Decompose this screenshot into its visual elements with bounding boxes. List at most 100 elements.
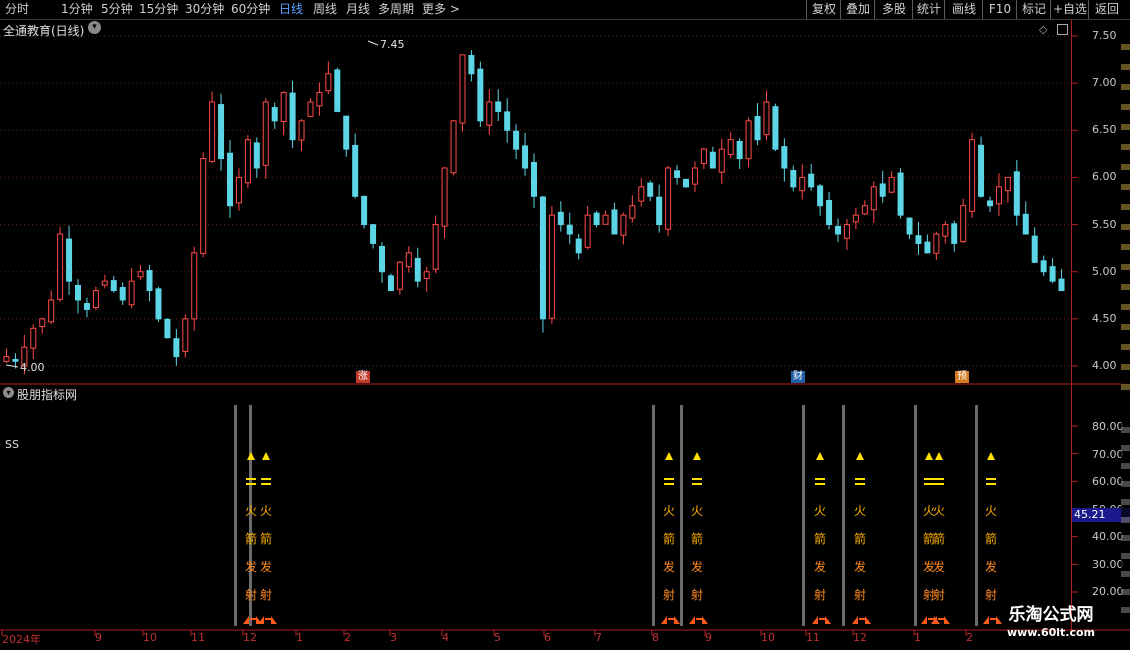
candle-body <box>611 209 618 235</box>
candle-body <box>218 104 225 160</box>
signal-char: 发 <box>663 559 675 574</box>
candle-body <box>468 55 475 75</box>
candle-body <box>691 167 698 185</box>
signal-triangle <box>247 452 255 460</box>
candle-body <box>584 214 591 248</box>
signal-char: 发 <box>691 559 703 574</box>
candle-body <box>924 241 931 254</box>
event-marker-zhang[interactable]: 涨 <box>356 371 370 383</box>
signal-char: 射 <box>260 587 272 602</box>
signal-char: 发 <box>854 559 866 574</box>
candle-body <box>209 101 216 163</box>
candle-body <box>647 182 654 197</box>
candle-body <box>361 195 368 226</box>
candle-body <box>799 176 806 192</box>
signal-equal-bottom <box>986 483 996 485</box>
low-price-label: 4.00 <box>20 361 45 374</box>
signal-foot-left <box>812 616 818 624</box>
candle-body <box>12 358 19 362</box>
candle-body <box>897 172 904 216</box>
signal-char: 箭 <box>663 531 675 546</box>
candle-body <box>235 176 242 204</box>
candle-body <box>969 139 976 212</box>
signal-bar <box>802 405 805 626</box>
signal-char: 箭 <box>854 531 866 546</box>
signal-char: 射 <box>663 587 675 602</box>
candle-body <box>486 101 493 126</box>
x-axis-label: 8 <box>652 631 659 644</box>
watermark-url: www.60lt.com <box>1006 626 1096 639</box>
signal-char: 火 <box>933 504 945 518</box>
candle-body <box>575 238 582 254</box>
signal-char: 射 <box>854 587 866 602</box>
indicator-tick: 60.00 <box>1092 475 1124 488</box>
candle-body <box>119 286 126 301</box>
signal-char: 火 <box>260 504 272 518</box>
signal-equal-bottom <box>261 483 271 485</box>
x-axis-label: 2 <box>966 631 973 644</box>
candle-body <box>906 217 913 235</box>
signal-equal-top <box>855 478 865 480</box>
candle-body <box>656 196 663 226</box>
signal-equal-bottom <box>815 483 825 485</box>
x-axis-label: 10 <box>761 631 775 644</box>
price-tick: 4.00 <box>1092 359 1117 372</box>
candle-body <box>548 214 555 319</box>
candle-body <box>262 101 269 166</box>
x-axis-label: 5 <box>494 631 501 644</box>
signal-char: 射 <box>245 587 257 602</box>
candle-body <box>772 106 779 150</box>
signal-equal-top <box>986 478 996 480</box>
candle-body <box>379 245 385 273</box>
price-tick: 7.00 <box>1092 76 1117 89</box>
candle-body <box>92 290 99 308</box>
candle-body <box>110 280 117 292</box>
signal-equal-bottom <box>664 483 674 485</box>
x-axis-label: 9 <box>95 631 102 644</box>
candle-body <box>30 327 37 349</box>
signal-foot-right <box>865 616 871 624</box>
candle-body <box>754 115 761 141</box>
signal-equal-top <box>934 478 944 480</box>
candle-body <box>253 142 260 169</box>
signal-equal-top <box>924 478 934 480</box>
signal-char: 发 <box>814 559 826 574</box>
event-marker-yu[interactable]: 预 <box>955 371 969 383</box>
chevron-down-icon[interactable]: ▾ <box>3 387 14 398</box>
indicator-title: 股朋指标网 <box>17 388 78 402</box>
candle-body <box>674 170 681 178</box>
candle-body <box>1004 176 1011 192</box>
candle-body <box>602 214 609 225</box>
event-marker-cai[interactable]: 财 <box>791 371 805 383</box>
price-tick: 5.00 <box>1092 265 1117 278</box>
candle-body <box>888 176 895 193</box>
candle-body <box>513 130 520 150</box>
signal-foot-left <box>852 616 858 624</box>
candle-body <box>933 233 940 254</box>
signal-char: 箭 <box>985 531 997 546</box>
x-axis-label: 7 <box>595 631 602 644</box>
candle-body <box>137 271 144 278</box>
indicator-series-label: SS <box>5 438 19 451</box>
candle-body <box>879 183 886 197</box>
signal-triangle <box>693 452 701 460</box>
side-panel-edge <box>1121 20 1130 630</box>
indicator-tick: 30.00 <box>1092 558 1124 571</box>
signal-char: 火 <box>691 504 703 518</box>
candle-body <box>334 69 341 112</box>
candle-body <box>942 224 949 237</box>
candle-body <box>39 318 46 328</box>
signal-char: 发 <box>245 559 257 574</box>
kline-chart[interactable]: 火箭发射火箭发射火箭发射火箭发射火箭发射火箭发射火箭发射火箭发射火箭发射 <box>0 0 1130 650</box>
indicator-tick: 20.00 <box>1092 585 1124 598</box>
candle-body <box>522 145 529 169</box>
signal-char: 箭 <box>245 531 257 546</box>
candle-body <box>915 235 922 244</box>
candle-body <box>414 257 421 282</box>
candle-body <box>709 151 716 169</box>
candle-body <box>146 270 153 292</box>
signal-triangle <box>935 452 943 460</box>
candle-body <box>665 167 672 230</box>
candle-body <box>781 146 788 169</box>
signal-equal-top <box>261 478 271 480</box>
